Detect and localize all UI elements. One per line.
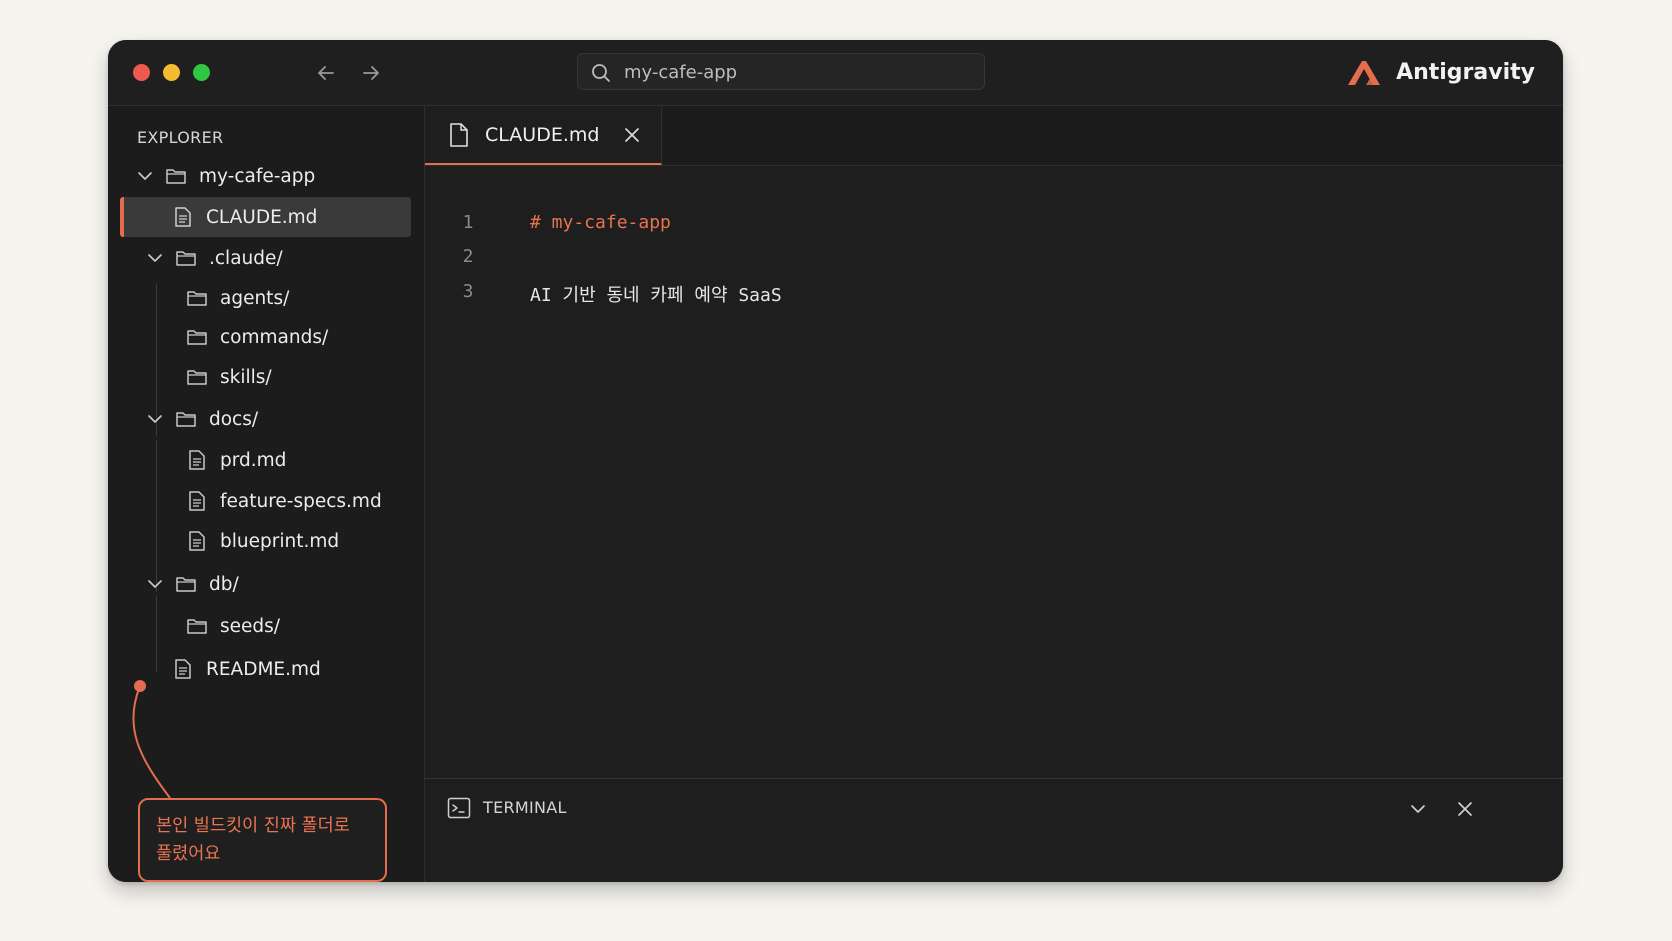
terminal-icon (447, 797, 471, 819)
line-number: 1 (462, 212, 474, 233)
chevron-down-icon[interactable] (1408, 799, 1428, 819)
terminal-label: TERMINAL (483, 798, 567, 817)
terminal-panel: TERMINAL (425, 778, 1563, 882)
tab-bar: CLAUDE.md (425, 106, 1563, 166)
callout-connector (132, 680, 171, 799)
line-number: 3 (462, 281, 474, 302)
close-window-button[interactable] (133, 64, 150, 81)
tab-label: CLAUDE.md (485, 123, 600, 146)
editor-area: CLAUDE.md 1 # my-cafe-app 2 3 AI 기반 동네 카… (425, 106, 1563, 882)
explorer-sidebar: EXPLORER my-cafe-app CLAUDE.md .claude/ … (108, 106, 425, 882)
annotation-callout: 본인 빌드킷이 진짜 폴더로 풀렸어요 (138, 798, 387, 882)
title-bar: my-cafe-app Antigravity (108, 40, 1563, 106)
line-content: # my-cafe-app (530, 212, 671, 233)
close-icon[interactable] (1455, 799, 1475, 819)
search-bar[interactable]: my-cafe-app (577, 53, 985, 90)
close-icon[interactable] (623, 126, 641, 144)
callout-line-2: 풀렸어요 (156, 844, 221, 864)
line-content: AI 기반 동네 카페 예약 SaaS (530, 285, 782, 306)
search-text: my-cafe-app (624, 62, 738, 83)
callout-line-1: 본인 빌드킷이 진짜 폴더로 (156, 816, 350, 836)
line-number: 2 (462, 246, 474, 267)
minimize-window-button[interactable] (163, 64, 180, 81)
search-icon (592, 64, 610, 82)
antigravity-logo-icon (1348, 61, 1381, 85)
maximize-window-button[interactable] (193, 64, 210, 81)
app-window: my-cafe-app Antigravity EXPLORER my-cafe… (108, 40, 1563, 882)
forward-button[interactable] (358, 60, 384, 86)
brand-name: Antigravity (1396, 59, 1535, 85)
arrow-right-icon (363, 66, 379, 80)
brand: Antigravity (1346, 56, 1535, 88)
tab-claude-md[interactable]: CLAUDE.md (425, 106, 662, 165)
file-icon (450, 122, 468, 147)
arrow-left-icon (318, 66, 334, 80)
back-button[interactable] (313, 60, 339, 86)
